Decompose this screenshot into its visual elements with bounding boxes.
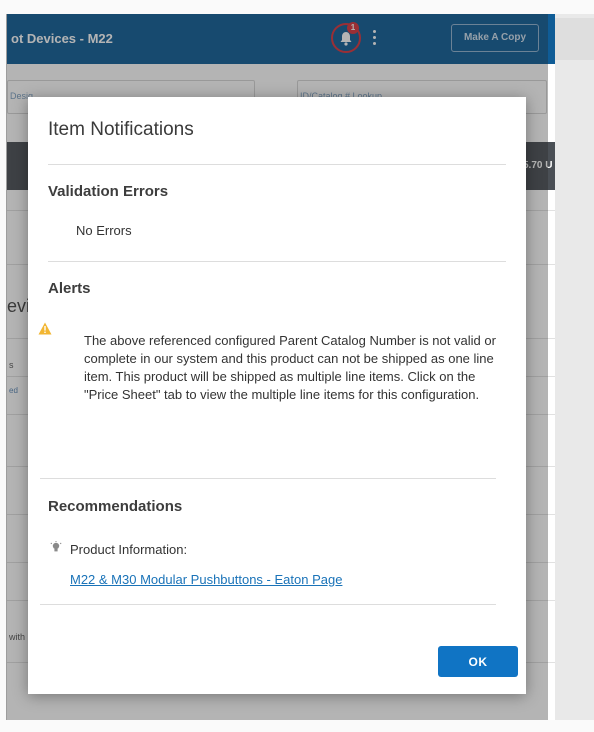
dialog-title: Item Notifications [48,119,194,140]
divider [40,478,496,479]
validation-message: No Errors [76,223,132,238]
lightbulb-icon [50,541,62,552]
divider [40,604,496,605]
recommendations-heading: Recommendations [48,498,183,515]
ok-button[interactable]: OK [438,646,518,677]
item-notifications-dialog: Item Notifications Validation Errors No … [28,97,526,694]
right-panel-strip [555,14,594,720]
product-information-label: Product Information: [70,542,188,557]
alerts-heading: Alerts [48,280,91,297]
eaton-product-page-link[interactable]: M22 & M30 Modular Pushbuttons - Eaton Pa… [70,572,342,587]
divider [48,164,506,165]
page: ot Devices - M22 1 Make A Copy Desig ID/… [0,0,594,732]
divider [48,261,506,262]
validation-errors-heading: Validation Errors [48,183,169,200]
warning-triangle-icon [38,322,52,335]
alert-message: The above referenced configured Parent C… [84,333,496,402]
